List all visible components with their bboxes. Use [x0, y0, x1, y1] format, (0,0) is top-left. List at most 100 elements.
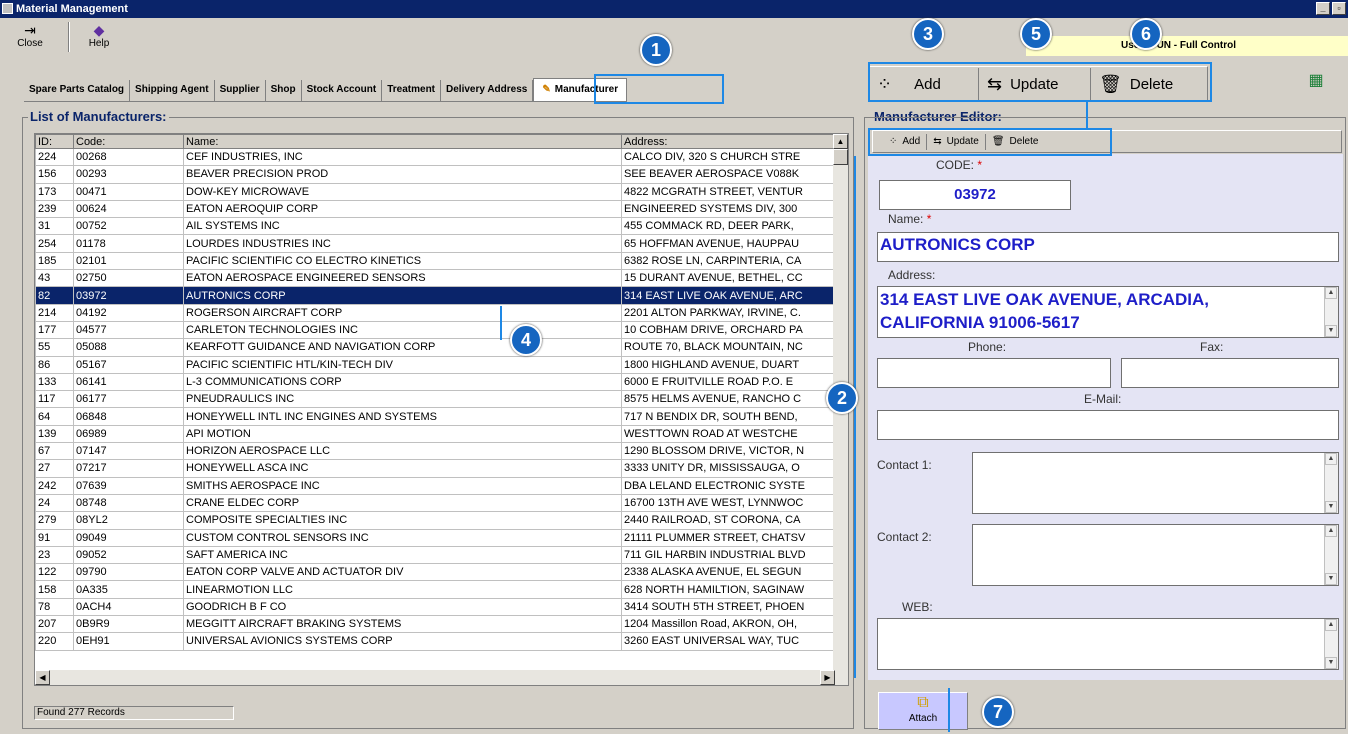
col-header-name[interactable]: Name: [183, 134, 622, 149]
tab-treatment[interactable]: Treatment [382, 80, 442, 101]
web-field[interactable]: ▲ ▼ [877, 618, 1339, 670]
attach-label: Attach [908, 713, 938, 724]
cell-name: AIL SYSTEMS INC [183, 217, 622, 236]
cell-address: 717 N BENDIX DR, SOUTH BEND, [621, 407, 836, 426]
tab-supplier[interactable]: Supplier [215, 80, 266, 101]
scroll-down-arrow-icon[interactable]: ▼ [1325, 657, 1337, 669]
table-row[interactable]: 78 0ACH4 GOODRICH B F CO 3414 SOUTH 5TH STR… [35, 597, 836, 617]
contact2-field[interactable]: ▲ ▼ [972, 524, 1339, 586]
cell-address: 1204 Massillon Road, AKRON, OH, [621, 615, 836, 634]
contact1-field[interactable]: ▲ ▼ [972, 452, 1339, 514]
table-row[interactable]: 122 09790 EATON CORP VALVE AND ACTUATOR DI… [35, 563, 836, 582]
table-row[interactable]: 117 06177 PNEUDRAULICS INC 8575 HELMS AVENU… [35, 390, 836, 409]
callout-2: 2 [826, 382, 858, 414]
maximize-button[interactable]: ▫ [1332, 2, 1346, 15]
scroll-down-arrow-icon[interactable]: ▼ [1325, 325, 1337, 337]
cell-id: 220 [35, 632, 74, 651]
table-row[interactable]: 239 00624 EATON AEROQUIP CORP ENGINEERED SY… [35, 199, 836, 219]
table-row[interactable]: 242 07639 SMITHS AEROSPACE INC DBA LELAND E… [35, 476, 836, 495]
scroll-up-arrow-icon[interactable]: ▲ [1325, 453, 1337, 465]
table-row[interactable]: 214 04192 ROGERSON AIRCRAFT CORP 2201 ALTON… [35, 303, 836, 322]
table-row[interactable]: 91 09049 CUSTOM CONTROL SENSORS INC 21111 P… [35, 528, 836, 547]
table-row[interactable]: 156 00293 BEAVER PRECISION PROD SEE BEAVER … [35, 165, 836, 184]
address-field[interactable]: 314 EAST LIVE OAK AVENUE, ARCADIA, CALIF… [877, 286, 1339, 338]
table-row[interactable]: 82 03972 AUTRONICS CORP 314 EAST LIVE OAK A… [35, 286, 836, 305]
cell-address: 2440 RAILROAD, ST CORONA, CA [621, 511, 836, 530]
tab-spare-parts-catalog[interactable]: Spare Parts Catalog [24, 80, 131, 101]
minimize-button[interactable]: _ [1316, 2, 1330, 15]
web-scrollbar[interactable]: ▲ ▼ [1324, 619, 1338, 669]
manufacturers-grid[interactable]: ID: Code: Name: Address: 224 00268 CEF IND… [34, 133, 849, 686]
col-header-code[interactable]: Code: [73, 134, 184, 149]
name-field[interactable]: AUTRONICS CORP [877, 232, 1339, 262]
cell-address: 3333 UNITY DR, MISSISSAUGA, O [621, 459, 836, 478]
table-row[interactable]: 24 08748 CRANE ELDEC CORP 16700 13TH AVE WE… [35, 493, 836, 513]
tab-delivery-address[interactable]: Delivery Address [441, 80, 534, 101]
grid-horizontal-scrollbar[interactable]: ◀ ▶ [35, 670, 848, 685]
email-field[interactable] [877, 410, 1339, 440]
cell-name: SMITHS AEROSPACE INC [183, 476, 622, 495]
scroll-thumb[interactable] [833, 149, 848, 165]
phone-field[interactable] [877, 358, 1111, 388]
table-row[interactable]: 133 06141 L-3 COMMUNICATIONS CORP 6000 E FR… [35, 372, 836, 392]
table-row[interactable]: 67 07147 HORIZON AEROSPACE LLC 1290 BLOSSOM… [35, 442, 836, 461]
scroll-down-arrow-icon[interactable]: ▼ [1325, 573, 1337, 585]
table-row[interactable]: 64 06848 HONEYWELL INTL INC ENGINES AND SY… [35, 407, 836, 426]
excel-export-icon[interactable]: ▦ [1296, 66, 1336, 96]
table-row[interactable]: 220 0EH91 UNIVERSAL AVIONICS SYSTEMS CORP 3… [35, 632, 836, 651]
close-button[interactable]: ⇥ Close [6, 22, 54, 52]
table-row[interactable]: 173 00471 DOW-KEY MICROWAVE 4822 MCGRATH ST… [35, 182, 836, 201]
highlight-manufacturer-tab [594, 74, 724, 104]
cell-code: 09790 [73, 563, 184, 582]
attach-button[interactable]: ⧉ Attach [878, 692, 968, 730]
tab-shipping-agent[interactable]: Shipping Agent [130, 80, 215, 101]
table-row[interactable]: 23 09052 SAFT AMERICA INC 711 GIL HARBIN IN… [35, 545, 836, 565]
scroll-up-arrow-icon[interactable]: ▲ [833, 134, 848, 149]
contact1-scrollbar[interactable]: ▲ ▼ [1324, 453, 1338, 513]
fax-field[interactable] [1121, 358, 1339, 388]
table-row[interactable]: 55 05088 KEARFOTT GUIDANCE AND NAVIGATION … [35, 338, 836, 357]
scroll-left-arrow-icon[interactable]: ◀ [35, 670, 50, 685]
table-row[interactable]: 177 04577 CARLETON TECHNOLOGIES INC 10 COBH… [35, 320, 836, 340]
highlight-big-toolbar [868, 62, 1212, 102]
attachment-icon: ⧉ [917, 694, 929, 711]
contact2-label: Contact 2: [877, 530, 932, 544]
cell-id: 64 [35, 407, 74, 426]
table-row[interactable]: 158 0A335 LINEARMOTION LLC 628 NORTH HAMILT… [35, 580, 836, 599]
tab-stock-account[interactable]: Stock Account [302, 80, 383, 101]
table-row[interactable]: 86 05167 PACIFIC SCIENTIFIC HTL/KIN-TECH D… [35, 355, 836, 374]
scroll-right-arrow-icon[interactable]: ▶ [820, 670, 835, 685]
window-titlebar: Material Management _ ▫ [0, 0, 1348, 18]
scroll-up-arrow-icon[interactable]: ▲ [1325, 619, 1337, 631]
contact2-scrollbar[interactable]: ▲ ▼ [1324, 525, 1338, 585]
cell-code: 07147 [73, 442, 184, 461]
cell-address: 16700 13TH AVE WEST, LYNNWOC [621, 493, 836, 513]
col-header-address[interactable]: Address: [621, 134, 836, 149]
scroll-up-arrow-icon[interactable]: ▲ [1325, 287, 1337, 299]
col-header-id[interactable]: ID: [35, 134, 74, 149]
tab-shop[interactable]: Shop [266, 80, 302, 101]
cell-address: WESTTOWN ROAD AT WESTCHE [621, 424, 836, 444]
table-row[interactable]: 207 0B9R9 MEGGITT AIRCRAFT BRAKING SYSTEMS… [35, 615, 836, 634]
cell-id: 177 [35, 320, 74, 340]
cell-name: DOW-KEY MICROWAVE [183, 182, 622, 201]
grid-header-row: ID: Code: Name: Address: [35, 134, 836, 149]
table-row[interactable]: 139 06989 API MOTION WESTTOWN ROAD AT WESTC… [35, 424, 836, 444]
callout-line-row [500, 306, 502, 340]
table-row[interactable]: 185 02101 PACIFIC SCIENTIFIC CO ELECTRO KI… [35, 251, 836, 271]
table-row[interactable]: 31 00752 AIL SYSTEMS INC 455 COMMACK RD, DE… [35, 217, 836, 236]
cell-id: 254 [35, 234, 74, 253]
help-button[interactable]: ◆ Help [75, 22, 123, 52]
table-row[interactable]: 254 01178 LOURDES INDUSTRIES INC 65 HOFFMAN… [35, 234, 836, 253]
table-row[interactable]: 27 07217 HONEYWELL ASCA INC 3333 UNITY DR, … [35, 459, 836, 478]
code-field[interactable]: 03972 [879, 180, 1071, 210]
cell-address: 628 NORTH HAMILTION, SAGINAW [621, 580, 836, 599]
cell-address: 65 HOFFMAN AVENUE, HAUPPAU [621, 234, 836, 253]
table-row[interactable]: 43 02750 EATON AEROSPACE ENGINEERED SENSOR… [35, 269, 836, 288]
table-row[interactable]: 224 00268 CEF INDUSTRIES, INC CALCO DIV, 32… [35, 147, 836, 167]
table-row[interactable]: 279 08YL2 COMPOSITE SPECIALTIES INC 2440 RA… [35, 511, 836, 530]
scroll-down-arrow-icon[interactable]: ▼ [1325, 501, 1337, 513]
scroll-up-arrow-icon[interactable]: ▲ [1325, 525, 1337, 537]
address-scrollbar[interactable]: ▲ ▼ [1324, 287, 1338, 337]
cell-name: MEGGITT AIRCRAFT BRAKING SYSTEMS [183, 615, 622, 634]
